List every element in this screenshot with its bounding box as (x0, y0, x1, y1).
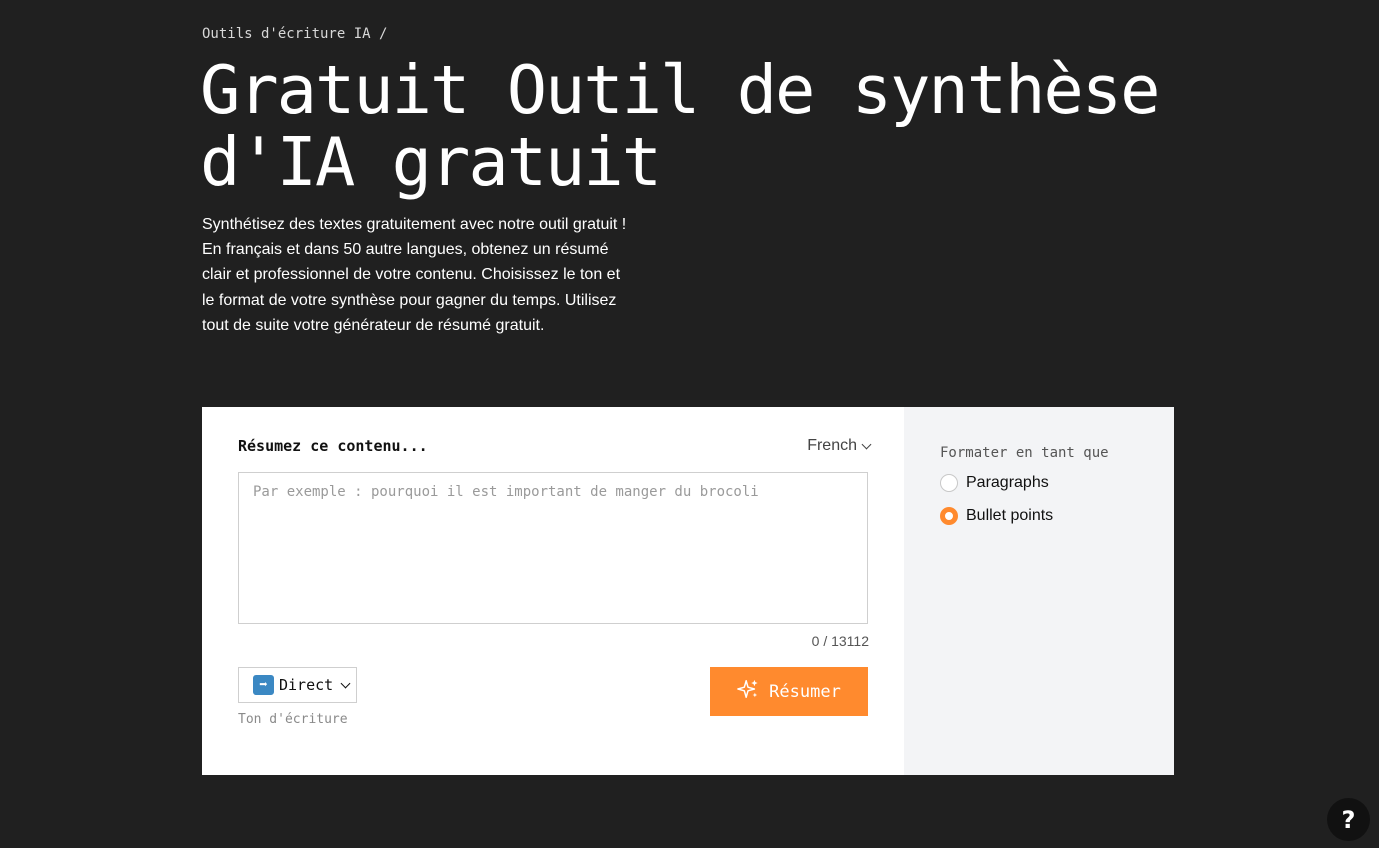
content-label: Résumez ce contenu... (238, 437, 428, 455)
language-dropdown[interactable]: French (807, 437, 872, 455)
format-option-bullet-points[interactable]: Bullet points (940, 507, 1053, 525)
format-option-label: Paragraphs (966, 474, 1049, 491)
format-option-label: Bullet points (966, 507, 1054, 524)
content-input[interactable] (238, 472, 868, 624)
sparkles-icon (737, 678, 759, 705)
tone-caption: Ton d'écriture (238, 712, 348, 727)
radio-paragraphs[interactable] (940, 474, 958, 492)
chevron-down-icon (340, 678, 351, 688)
breadcrumb: Outils d'écriture IA / (202, 26, 387, 42)
character-counter: 0 / 13112 (811, 633, 869, 649)
radio-bullet-points[interactable] (940, 507, 958, 525)
language-value: French (807, 437, 857, 454)
page-description: Synthétisez des textes gratuitement avec… (202, 216, 627, 334)
tone-value: Direct (279, 676, 334, 694)
summarizer-card: Résumez ce contenu... French 0 / 13112 ➡… (202, 407, 1174, 775)
summarizer-main-panel: Résumez ce contenu... French 0 / 13112 ➡… (202, 407, 904, 775)
breadcrumb-separator: / (379, 26, 388, 42)
format-label: Formater en tant que (940, 445, 1109, 461)
page-title: Gratuit Outil de synthèse d'IA gratuit (200, 51, 1160, 201)
breadcrumb-link-ai-writing-tools[interactable]: Outils d'écriture IA (202, 26, 371, 42)
right-arrow-icon: ➡ (253, 675, 274, 695)
chevron-down-icon (861, 439, 872, 449)
format-option-paragraphs[interactable]: Paragraphs (940, 474, 1049, 492)
format-panel: Formater en tant que Paragraphs Bullet p… (904, 407, 1174, 775)
help-button[interactable]: ? (1327, 798, 1370, 841)
summarize-button-label: Résumer (769, 681, 841, 702)
summarize-button[interactable]: Résumer (710, 667, 868, 716)
tone-dropdown[interactable]: ➡ Direct (238, 667, 357, 703)
